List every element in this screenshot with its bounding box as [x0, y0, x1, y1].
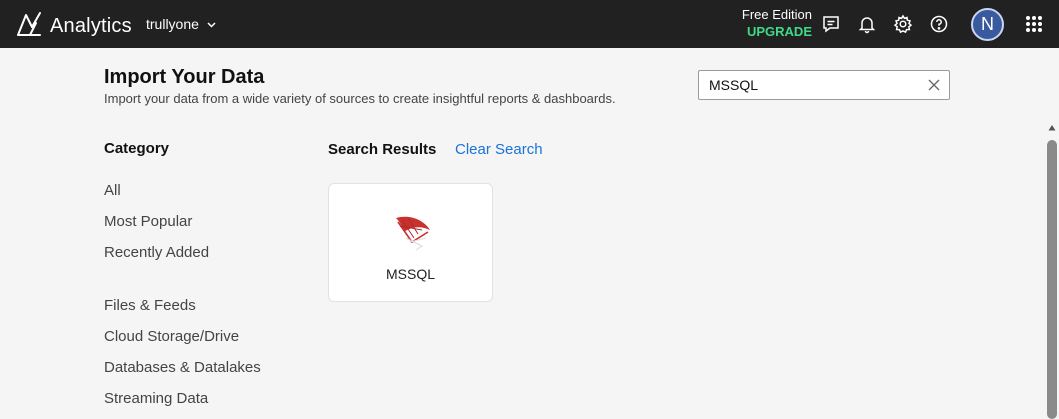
close-icon[interactable]: [927, 78, 941, 92]
top-bar: Analytics trullyone Free Edition UPGRADE…: [0, 0, 1059, 48]
category-heading: Category: [104, 140, 170, 157]
gear-icon[interactable]: [893, 14, 913, 34]
feedback-icon[interactable]: [821, 14, 841, 34]
help-icon[interactable]: [929, 14, 949, 34]
avatar[interactable]: N: [971, 8, 1004, 41]
category-item-most-popular[interactable]: Most Popular: [104, 213, 192, 230]
category-item-files-feeds[interactable]: Files & Feeds: [104, 297, 196, 314]
workspace-switcher[interactable]: trullyone: [146, 16, 217, 32]
page-title: Import Your Data: [104, 66, 265, 88]
brand-name: Analytics: [50, 15, 132, 37]
scroll-up-arrow-icon[interactable]: [1048, 124, 1056, 132]
clear-search-link[interactable]: Clear Search: [455, 141, 543, 158]
page-subtitle: Import your data from a wide variety of …: [104, 91, 616, 106]
apps-grid-icon[interactable]: [1025, 15, 1043, 33]
chevron-down-icon: [207, 21, 216, 28]
workspace-name: trullyone: [146, 16, 199, 32]
search-input[interactable]: [699, 71, 919, 99]
bell-icon[interactable]: [857, 14, 877, 34]
scroll-thumb[interactable]: [1047, 140, 1057, 419]
analytics-logo-icon: [16, 11, 42, 42]
connector-label: MSSQL: [385, 266, 435, 282]
mssql-logo-icon: [396, 216, 430, 251]
category-item-streaming-data[interactable]: Streaming Data: [104, 390, 208, 407]
search-results-heading: Search Results: [328, 141, 437, 158]
upgrade-link[interactable]: UPGRADE: [722, 23, 812, 41]
category-item-cloud-storage[interactable]: Cloud Storage/Drive: [104, 328, 239, 345]
category-item-all[interactable]: All: [104, 182, 121, 199]
search-box: [698, 70, 950, 100]
edition-info: Free Edition UPGRADE: [722, 7, 812, 41]
category-item-databases[interactable]: Databases & Datalakes: [104, 359, 261, 376]
edition-label: Free Edition: [741, 7, 812, 22]
category-item-recently-added[interactable]: Recently Added: [104, 244, 209, 261]
brand[interactable]: Analytics: [16, 11, 132, 42]
connector-card-mssql[interactable]: MSSQL: [328, 183, 493, 302]
scrollbar[interactable]: [1045, 124, 1059, 419]
